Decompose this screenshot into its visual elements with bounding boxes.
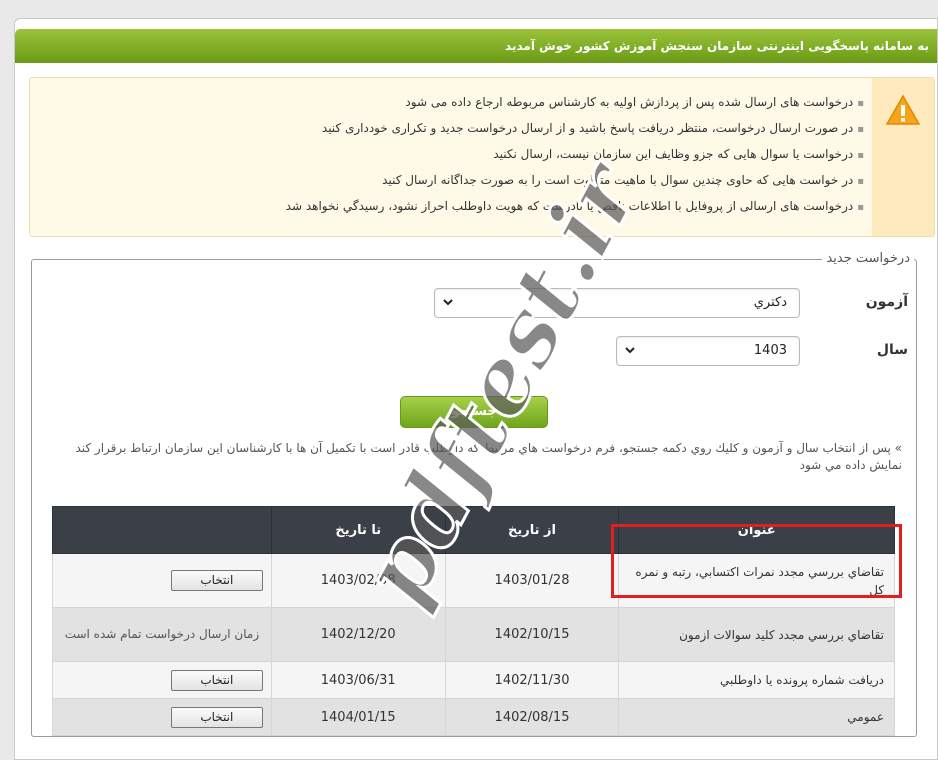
row-from-date: 1402/11/30 [444, 661, 620, 699]
notice-item: ▪درخواست های ارسالی از پروفایل با اطلاعا… [285, 199, 864, 213]
row-from-date: 1403/01/28 [444, 553, 620, 608]
search-button[interactable]: جستجو [400, 396, 548, 428]
warning-icon [885, 94, 921, 125]
notice-list: ▪درخواست های ارسال شده پس از پردازش اولی… [286, 90, 864, 220]
notice-item: ▪در خواست هایی که حاوی چندین سوال با ماه… [382, 173, 864, 187]
notice-item: ▪درخواست های ارسال شده پس از پردازش اولی… [405, 95, 864, 109]
row-to-date: 1403/02/08 [270, 553, 446, 608]
welcome-header: به سامانه پاسخگويی اينترنتی سازمان سنجش … [15, 29, 937, 63]
year-select-value: 1403 [753, 343, 787, 358]
new-request-legend: درخواست جديد [822, 250, 914, 268]
row-title: تقاضاي بررسي مجدد كليد سوالات ازمون [618, 607, 895, 662]
column-header-action [52, 506, 272, 554]
expired-message: زمان ارسال درخواست تمام شده است [64, 627, 260, 641]
select-button[interactable]: انتخاب [170, 669, 263, 691]
main-panel: به سامانه پاسخگويی اينترنتی سازمان سنجش … [14, 18, 938, 760]
bullet-icon: ▪ [857, 98, 864, 109]
row-action-cell: انتخاب [52, 698, 272, 736]
bullet-icon: ▪ [857, 176, 864, 187]
chevron-down-icon [625, 347, 635, 354]
row-to-date: 1404/01/15 [270, 698, 446, 736]
select-button[interactable]: انتخاب [170, 570, 263, 591]
select-button[interactable]: انتخاب [170, 706, 263, 728]
bullet-icon: ▪ [857, 124, 864, 135]
table-row: تقاضاي بررسي مجدد كليد سوالات ازمون 1402… [52, 607, 895, 662]
notice-item: ▪در صورت ارسال درخواست، منتظر دریافت پاس… [321, 121, 864, 135]
year-label: سال [876, 342, 908, 358]
row-to-date: 1402/12/20 [270, 607, 446, 662]
search-hint: » پس از انتخاب سال و آزمون و كليك روي دك… [75, 441, 902, 472]
row-action-cell: انتخاب [52, 661, 272, 699]
exam-select[interactable]: دكتري [434, 288, 800, 318]
year-select[interactable]: 1403 [616, 336, 800, 366]
row-from-date: 1402/08/15 [444, 698, 620, 736]
notice-box: ▪درخواست های ارسال شده پس از پردازش اولی… [29, 77, 935, 237]
row-title: دريافت شماره پرونده يا داوطلبي [618, 661, 895, 699]
column-header-from: از تاريخ [444, 506, 620, 554]
highlight-box [611, 524, 902, 598]
row-to-date: 1403/06/31 [270, 661, 446, 699]
row-action-cell: انتخاب [52, 553, 272, 608]
chevron-down-icon [443, 299, 453, 306]
row-from-date: 1402/10/15 [444, 607, 620, 662]
table-row: عمومي 1402/08/15 1404/01/15 انتخاب [52, 698, 895, 736]
bullet-icon: ▪ [857, 202, 864, 213]
column-header-to: تا تاريخ [270, 506, 446, 554]
row-action-cell: زمان ارسال درخواست تمام شده است [52, 607, 272, 662]
bullet-icon: ▪ [857, 150, 864, 161]
row-title: عمومي [618, 698, 895, 736]
notice-item: ▪درخواست یا سوال هایی که جزو وظایف این س… [493, 147, 864, 161]
table-row: دريافت شماره پرونده يا داوطلبي 1402/11/3… [52, 661, 895, 699]
exam-select-value: دكتري [753, 295, 787, 310]
new-request-fieldset: درخواست جديد آزمون دكتري سال 1403 جستجو … [31, 250, 917, 737]
exam-label: آزمون [865, 294, 908, 310]
notice-icon-box [872, 78, 934, 236]
